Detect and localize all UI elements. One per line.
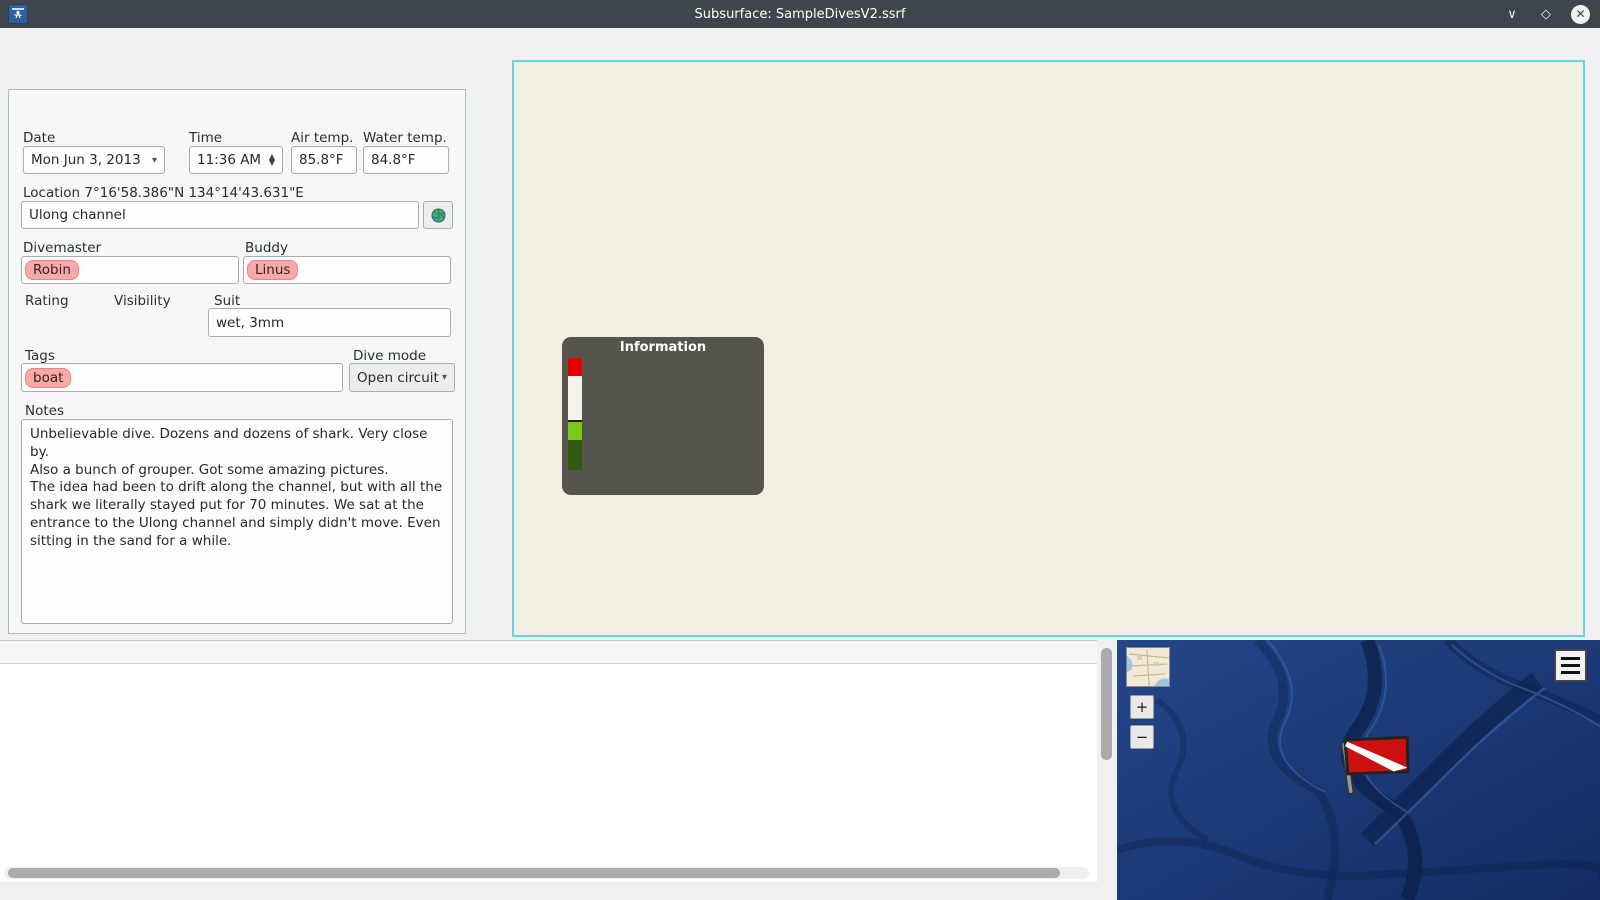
air-temp-field[interactable]: 85.8°F	[291, 146, 357, 174]
maximize-button[interactable]: ◇	[1537, 5, 1555, 23]
app-logo-icon	[8, 4, 28, 24]
notes-tab-bar	[8, 62, 466, 89]
chevron-down-icon: ▾	[441, 372, 447, 383]
notes-textarea[interactable]: Unbelievable dive. Dozens and dozens of …	[21, 419, 453, 624]
rating-label: Rating	[25, 293, 69, 309]
date-label: Date	[23, 130, 56, 146]
location-input[interactable]: Ulong channel	[21, 201, 419, 229]
dive-mode-select[interactable]: Open circuit ▾	[349, 363, 455, 392]
buddy-label: Buddy	[245, 240, 288, 256]
visibility-label: Visibility	[114, 293, 171, 309]
suit-label: Suit	[214, 293, 241, 309]
water-temp-label: Water temp.	[363, 130, 447, 146]
dive-list-header	[0, 641, 1097, 664]
scrollbar-thumb[interactable]	[8, 868, 1060, 878]
minimap-toggle[interactable]	[1126, 647, 1170, 687]
dive-list-horizontal-scrollbar[interactable]	[4, 867, 1089, 879]
infobox-mini-profile	[568, 358, 582, 470]
date-combobox[interactable]: Mon Jun 3, 2013 ▾	[23, 146, 165, 174]
close-button[interactable]: ✕	[1571, 4, 1590, 24]
notes-label: Notes	[25, 403, 64, 419]
globe-button[interactable]	[423, 201, 453, 229]
dive-mode-label: Dive mode	[353, 348, 427, 364]
menu-bar	[0, 28, 1600, 57]
tags-input[interactable]: boat	[21, 363, 343, 392]
chevron-down-icon: ▾	[151, 154, 157, 166]
map-menu-button[interactable]	[1554, 649, 1587, 682]
notes-tab-pane: Date Mon Jun 3, 2013 ▾ Time 11:36 AM ▲ ▼ Ai…	[8, 89, 466, 634]
divemaster-label: Divemaster	[23, 240, 102, 256]
time-label: Time	[189, 130, 223, 146]
scrollbar-thumb[interactable]	[1101, 648, 1112, 760]
air-temp-label: Air temp.	[291, 130, 354, 146]
divemaster-input[interactable]: Robin	[21, 256, 239, 284]
profile-toolbar	[474, 62, 512, 638]
globe-icon	[431, 208, 445, 222]
map-canvas[interactable]	[1117, 640, 1600, 900]
dive-list	[0, 640, 1097, 882]
buddy-input[interactable]: Linus	[243, 256, 451, 284]
suit-input[interactable]: wet, 3mm	[208, 308, 451, 337]
map-zoom-out-button[interactable]: −	[1130, 725, 1154, 749]
time-spinbox[interactable]: 11:36 AM ▲ ▼	[189, 146, 283, 174]
time-spinner-icon[interactable]: ▲ ▼	[269, 153, 275, 167]
profile-infobox: Information	[562, 337, 764, 495]
water-temp-field[interactable]: 84.8°F	[363, 146, 449, 174]
tag-boat[interactable]: boat	[25, 367, 72, 388]
dive-notes-panel: Date Mon Jun 3, 2013 ▾ Time 11:36 AM ▲ ▼ Ai…	[8, 62, 466, 634]
tags-label: Tags	[25, 348, 55, 364]
map-panel[interactable]: + −	[1117, 640, 1600, 900]
location-label: Location 7°16'58.386"N 134°14'43.631"E	[23, 185, 304, 201]
buddy-tag[interactable]: Linus	[247, 260, 299, 280]
minimize-button[interactable]: ∨	[1503, 5, 1521, 23]
dive-list-vertical-scrollbar[interactable]	[1099, 640, 1114, 882]
dive-profile-chart: Information	[512, 60, 1585, 637]
map-zoom-in-button[interactable]: +	[1130, 695, 1154, 719]
window-title: Subsurface: SampleDivesV2.ssrf	[694, 6, 906, 22]
title-bar: Subsurface: SampleDivesV2.ssrf ∨ ◇ ✕	[0, 0, 1600, 28]
divemaster-tag[interactable]: Robin	[25, 260, 79, 280]
